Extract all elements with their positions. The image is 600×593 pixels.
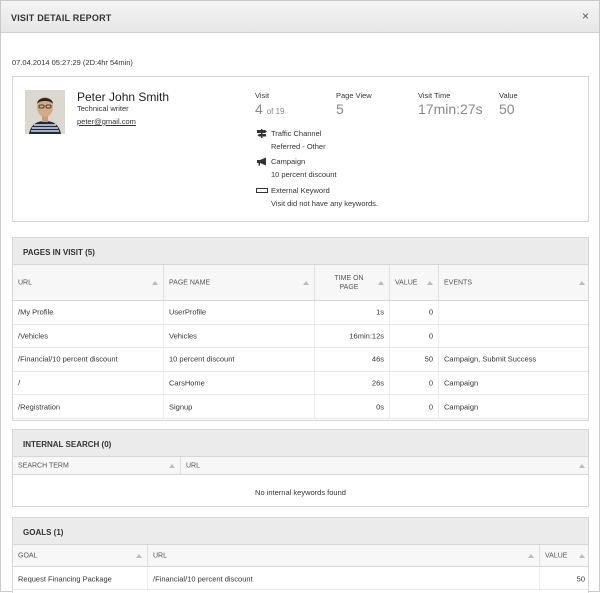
events-cell <box>439 325 588 348</box>
visit-date: 07.04.2014 05:27:29 (2D:4hr 54min) <box>12 58 133 67</box>
traffic-channel-value: Referred - Other <box>271 142 326 151</box>
dialog-titlebar: VISIT DETAIL REPORT × <box>1 1 599 33</box>
time-on-page-cell: 1s <box>315 301 390 324</box>
dialog-title: VISIT DETAIL REPORT <box>11 13 112 23</box>
table-row[interactable]: /Registration Signup 0s 0 Campaign <box>13 395 588 419</box>
time-on-page-cell: 46s <box>315 348 390 371</box>
url-cell: /Registration <box>13 395 164 418</box>
goals-title: GOALS (1) <box>13 518 588 545</box>
pages-in-visit-panel: PAGES IN VISIT (5) URL PAGE NAME TIME ON… <box>12 237 589 421</box>
visitor-job-title: Technical writer <box>77 104 129 113</box>
column-header-value[interactable]: VALUE <box>390 265 439 300</box>
url-cell: / <box>13 371 164 395</box>
sort-arrow-icon <box>378 280 384 285</box>
traffic-channel-label: Traffic Channel <box>271 129 322 138</box>
sort-arrow-icon <box>169 463 175 468</box>
internal-search-title: INTERNAL SEARCH (0) <box>13 430 588 457</box>
visitor-summary-card: Peter John Smith Technical writer peter@… <box>12 76 589 222</box>
campaign-value: 10 percent discount <box>271 170 337 179</box>
megaphone-icon <box>257 157 266 166</box>
avatar <box>25 90 65 134</box>
value-cell: 0 <box>390 371 439 395</box>
sort-arrow-icon <box>528 553 534 558</box>
column-header-page-name[interactable]: PAGE NAME <box>164 265 315 300</box>
sort-arrow-icon <box>579 553 585 558</box>
page-name-cell: UserProfile <box>164 301 315 324</box>
stat-visit-time-value: 17min:27s <box>418 101 483 117</box>
column-header-search-url[interactable]: URL <box>181 457 588 474</box>
stat-value: Value 50 <box>499 91 518 117</box>
column-header-goal[interactable]: GOAL <box>13 545 148 566</box>
table-row[interactable]: /Vehicles Vehicles 16min:12s 0 <box>13 324 588 349</box>
time-on-page-cell: 0s <box>315 395 390 418</box>
empty-search-message: No internal keywords found <box>255 488 346 497</box>
sort-arrow-icon <box>152 280 158 285</box>
sort-arrow-icon <box>136 553 142 558</box>
column-header-url[interactable]: URL <box>13 265 164 300</box>
stat-visit-time-label: Visit Time <box>418 91 451 100</box>
events-cell: Campaign <box>444 402 479 412</box>
signpost-icon <box>257 129 267 138</box>
stat-visit-of: of 19 <box>266 107 285 116</box>
page-name-cell: 10 percent discount <box>164 348 315 371</box>
visit-detail-dialog: VISIT DETAIL REPORT × 07.04.2014 05:27:2… <box>0 0 600 593</box>
stat-page-view: Page View 5 <box>336 91 372 117</box>
column-header-goal-value[interactable]: VALUE <box>540 545 588 566</box>
time-on-page-cell: 26s <box>315 371 390 395</box>
stat-value-label: Value <box>499 91 518 100</box>
stat-visit-label: Visit <box>255 91 270 100</box>
value-cell: 50 <box>390 348 439 371</box>
stat-value-number: 50 <box>499 101 515 117</box>
close-icon[interactable]: × <box>582 9 589 23</box>
value-cell: 0 <box>390 301 439 324</box>
column-header-time-on-page[interactable]: TIME ON PAGE <box>315 265 390 300</box>
sort-arrow-icon <box>579 463 585 468</box>
sort-arrow-icon <box>427 280 433 285</box>
events-cell: Campaign, Submit Success <box>444 354 537 364</box>
table-row[interactable]: Request Financing Package /Financial/10 … <box>13 568 588 590</box>
url-cell: /My Profile <box>13 301 164 324</box>
stat-visit-number: 4 <box>255 101 263 117</box>
value-cell: 0 <box>390 324 439 348</box>
page-name-cell: CarsHome <box>164 371 315 395</box>
goals-panel: GOALS (1) GOAL URL VALUE Request Financi… <box>12 517 589 593</box>
stat-visit-value: 4 of 19 <box>255 101 284 117</box>
pages-table-header: URL PAGE NAME TIME ON PAGE VALUE EVENTS <box>13 265 588 301</box>
campaign-label: Campaign <box>271 157 306 166</box>
external-keyword-label: External Keyword <box>271 186 330 195</box>
stat-visit: Visit 4 of 19 <box>255 91 284 117</box>
column-header-goal-url[interactable]: URL <box>148 545 540 566</box>
stat-page-view-label: Page View <box>336 91 372 100</box>
events-cell <box>439 301 588 324</box>
stat-visit-time: Visit Time 17min:27s <box>418 91 483 117</box>
search-table-header: SEARCH TERM URL <box>13 457 588 475</box>
page-name-cell: Vehicles <box>164 324 315 348</box>
url-cell: /Financial/10 percent discount <box>13 348 164 371</box>
pages-in-visit-title: PAGES IN VISIT (5) <box>13 238 588 265</box>
external-keyword-value: Visit did not have any keywords. <box>271 199 379 208</box>
visitor-email-link[interactable]: peter@gmail.com <box>77 117 136 126</box>
column-header-events[interactable]: EVENTS <box>439 265 588 300</box>
url-cell: /Vehicles <box>13 324 164 348</box>
page-name-cell: Signup <box>164 395 315 418</box>
sort-arrow-icon <box>303 280 309 285</box>
goals-table-header: GOAL URL VALUE <box>13 545 588 567</box>
visitor-name: Peter John Smith <box>77 90 170 104</box>
stat-page-view-value: 5 <box>336 101 344 117</box>
sort-arrow-icon <box>579 280 585 285</box>
internal-search-panel: INTERNAL SEARCH (0) SEARCH TERM URL No i… <box>12 429 589 507</box>
keyword-field-icon <box>256 188 268 193</box>
goal-url-cell: /Financial/10 percent discount <box>148 568 540 589</box>
goal-cell: Request Financing Package <box>13 568 148 589</box>
table-row[interactable]: /Financial/10 percent discount 10 percent… <box>13 348 588 372</box>
column-header-search-term[interactable]: SEARCH TERM <box>13 457 181 474</box>
time-on-page-cell: 16min:12s <box>315 324 390 348</box>
table-row[interactable]: / CarsHome 26s 0 Campaign <box>13 371 588 396</box>
events-cell: Campaign <box>444 378 479 388</box>
goal-value-cell: 50 <box>576 574 585 583</box>
value-cell: 0 <box>390 395 439 418</box>
table-row[interactable]: /My Profile UserProfile 1s 0 <box>13 301 588 325</box>
